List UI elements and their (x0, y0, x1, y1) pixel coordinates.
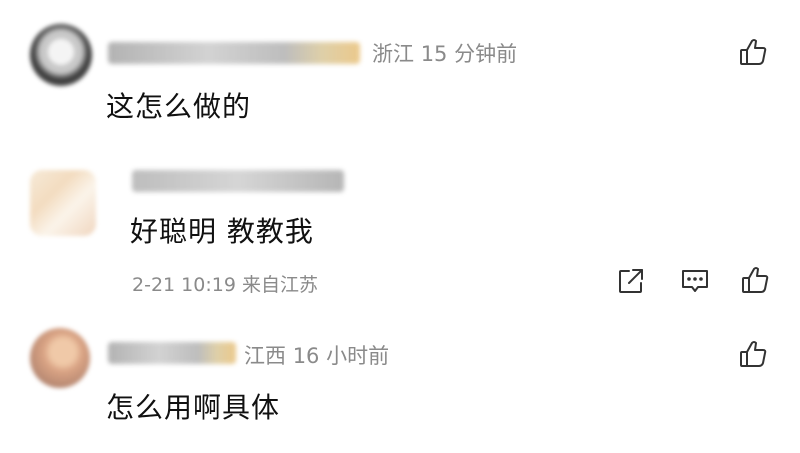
location-text: 浙江 (372, 42, 414, 66)
avatar[interactable] (30, 170, 96, 236)
date-text: 2-21 10:19 (132, 274, 236, 296)
comment-text: 这怎么做的 (106, 90, 252, 123)
avatar[interactable] (30, 24, 92, 86)
comment-meta: 浙江 15 分钟前 (372, 38, 517, 68)
time-text: 16 小时前 (292, 344, 390, 368)
thumbs-up-icon[interactable] (737, 36, 769, 68)
username-blurred[interactable] (108, 342, 236, 364)
time-text: 15 分钟前 (420, 42, 518, 66)
avatar[interactable] (30, 328, 90, 388)
source-text: 来自江苏 (241, 274, 318, 296)
comment-text: 怎么用啊具体 (106, 391, 281, 424)
thumbs-up-icon[interactable] (739, 264, 771, 296)
location-text: 江西 (244, 344, 286, 368)
share-icon[interactable] (616, 266, 646, 296)
comment-icon[interactable] (679, 266, 711, 296)
comment-text: 好聪明 教教我 (130, 215, 314, 248)
comment-meta: 2-21 10:19 来自江苏 (132, 270, 318, 297)
username-blurred[interactable] (132, 170, 344, 192)
thumbs-up-icon[interactable] (737, 338, 769, 370)
comment-meta: 江西 16 小时前 (244, 340, 389, 370)
username-blurred[interactable] (108, 42, 360, 64)
